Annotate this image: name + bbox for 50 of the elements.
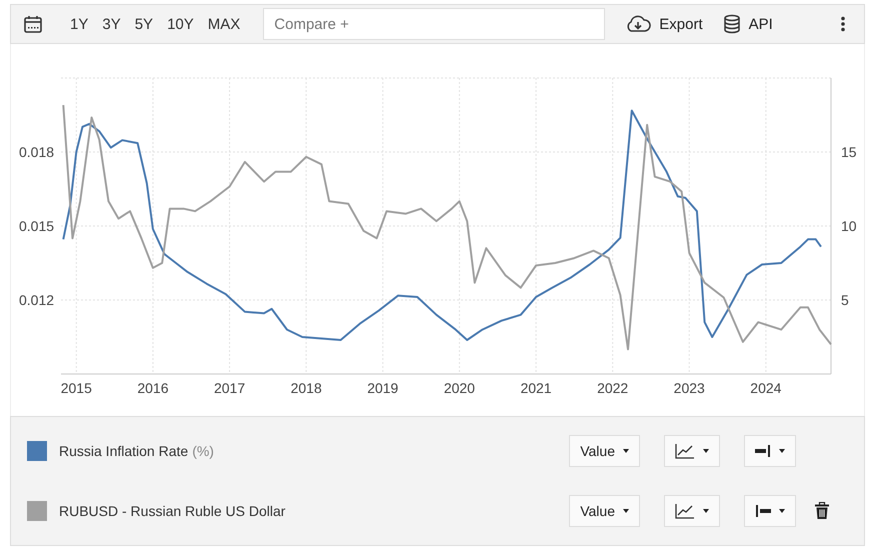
- axis-dropdown[interactable]: [744, 495, 796, 527]
- x-axis-label: 2018: [290, 380, 322, 396]
- range-button[interactable]: 5Y: [128, 16, 160, 32]
- api-button[interactable]: API: [722, 14, 773, 34]
- x-axis-label: 2016: [137, 380, 169, 396]
- left-axis-label: 0.015: [19, 218, 54, 234]
- caret-icon: [703, 449, 709, 453]
- caret-icon: [623, 509, 629, 513]
- caret-icon: [703, 509, 709, 513]
- x-axis-label: 2021: [520, 380, 552, 396]
- chart-type-dropdown[interactable]: [664, 495, 720, 527]
- range-button[interactable]: MAX: [200, 16, 248, 32]
- caret-icon: [779, 509, 785, 513]
- caret-icon: [623, 449, 629, 453]
- value-dropdown[interactable]: Value: [569, 495, 640, 527]
- series-unit: (%): [192, 443, 214, 459]
- line-chart-icon: [675, 503, 695, 519]
- range-button[interactable]: 1Y: [63, 16, 96, 32]
- axis-side-icon: [755, 445, 771, 457]
- delete-icon[interactable]: [814, 502, 830, 520]
- line-chart-icon: [675, 443, 695, 459]
- right-axis-label: 5: [841, 292, 849, 308]
- database-icon: [722, 14, 741, 34]
- more-options-icon[interactable]: [840, 16, 846, 32]
- x-axis-label: 2020: [444, 380, 475, 396]
- compare-field[interactable]: Compare +: [263, 8, 606, 40]
- axis-side-icon: [755, 505, 771, 517]
- x-axis-label: 2015: [60, 380, 92, 396]
- left-axis-label: 0.018: [19, 144, 54, 160]
- series-name: Russia Inflation Rate: [59, 443, 188, 459]
- x-axis-label: 2022: [597, 380, 628, 396]
- x-axis-label: 2017: [214, 380, 246, 396]
- left-axis-label: 0.012: [19, 292, 54, 308]
- range-button[interactable]: 3Y: [95, 16, 128, 32]
- calendar-icon[interactable]: [23, 14, 43, 34]
- x-axis-label: 2019: [367, 380, 398, 396]
- right-axis-label: 10: [841, 218, 857, 234]
- series-swatch: [27, 501, 47, 521]
- caret-icon: [779, 449, 785, 453]
- export-button[interactable]: Export: [625, 15, 703, 33]
- axis-dropdown[interactable]: [744, 435, 796, 467]
- range-button[interactable]: 10Y: [160, 16, 201, 32]
- right-axis-label: 15: [841, 144, 857, 160]
- cloud-download-icon: [625, 15, 652, 33]
- series-name: RUBUSD - Russian Ruble US Dollar: [59, 503, 286, 519]
- chart-type-dropdown[interactable]: [664, 435, 720, 467]
- series-swatch: [27, 441, 47, 461]
- x-axis-label: 2023: [674, 380, 705, 396]
- value-dropdown[interactable]: Value: [569, 435, 640, 467]
- x-axis-label: 2024: [750, 380, 782, 396]
